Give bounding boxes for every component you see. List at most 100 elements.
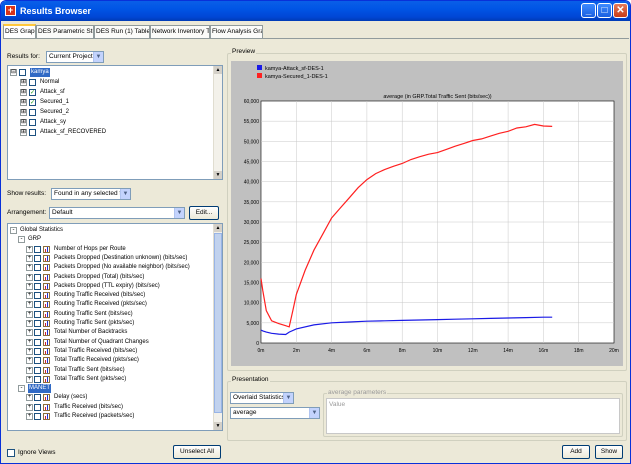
expand-toggle-icon[interactable]: + bbox=[26, 282, 33, 290]
stat-checkbox[interactable] bbox=[34, 264, 41, 272]
expand-toggle-icon[interactable]: + bbox=[26, 403, 33, 411]
show-results-select[interactable]: Found in any selected files ▼ bbox=[51, 188, 131, 200]
scenario-item[interactable]: ⊞ Normal bbox=[8, 78, 213, 87]
arrangement-select[interactable]: Default ▼ bbox=[49, 207, 185, 219]
stat-checkbox[interactable] bbox=[34, 273, 41, 281]
expand-toggle-icon[interactable]: + bbox=[26, 347, 33, 355]
stat-checkbox[interactable] bbox=[34, 329, 41, 337]
stat-checkbox[interactable] bbox=[34, 357, 41, 365]
scenario-tree[interactable]: ⊟ kamya ⊞ Normal ⊞ ✓ Attack_sf ⊞ ✓ Secured_1 ⊞ Secu… bbox=[7, 65, 223, 180]
scenario-checkbox[interactable] bbox=[29, 109, 36, 116]
scroll-up-icon[interactable]: ▲ bbox=[214, 66, 222, 74]
close-button[interactable]: ✕ bbox=[613, 3, 628, 18]
stat-item[interactable]: + Packets Dropped (Total) (bits/sec) bbox=[8, 273, 213, 282]
expand-toggle-icon[interactable]: + bbox=[26, 357, 33, 365]
stats-group[interactable]: - GRP bbox=[8, 235, 213, 244]
stat-item[interactable]: + Routing Traffic Received (bits/sec) bbox=[8, 291, 213, 300]
expand-toggle-icon[interactable]: + bbox=[26, 394, 33, 402]
expand-toggle-icon[interactable]: ⊞ bbox=[20, 89, 27, 96]
scenario-tree-scrollbar[interactable]: ▲ ▼ bbox=[213, 66, 222, 179]
scenario-checkbox[interactable]: ✓ bbox=[29, 99, 36, 106]
stat-checkbox[interactable] bbox=[34, 403, 41, 411]
expand-toggle-icon[interactable]: ⊞ bbox=[20, 119, 27, 126]
expand-toggle-icon[interactable]: - bbox=[18, 236, 25, 244]
stat-item[interactable]: + Packets Dropped (Destination unknown) (… bbox=[8, 254, 213, 263]
stat-checkbox[interactable] bbox=[34, 347, 41, 355]
scenario-checkbox[interactable]: ✓ bbox=[29, 89, 36, 96]
maximize-button[interactable]: □ bbox=[597, 3, 612, 18]
stat-checkbox[interactable] bbox=[34, 320, 41, 327]
expand-toggle-icon[interactable]: + bbox=[26, 301, 33, 309]
statistics-tree[interactable]: - Global Statistics - GRP + Number of Hops pe… bbox=[7, 223, 223, 431]
stat-item[interactable]: + Routing Traffic Received (pkts/sec) bbox=[8, 300, 213, 309]
scenario-item[interactable]: ⊞ Attack_sy bbox=[8, 118, 213, 127]
stat-checkbox[interactable] bbox=[34, 338, 41, 346]
expand-toggle-icon[interactable]: + bbox=[26, 320, 33, 327]
scroll-up-icon[interactable]: ▲ bbox=[214, 224, 222, 232]
unselect-all-button[interactable]: Unselect All bbox=[173, 445, 221, 459]
statistics-tree-scrollbar[interactable]: ▲ ▼ bbox=[213, 224, 222, 430]
stat-item[interactable]: + Total Number of Backtracks bbox=[8, 328, 213, 337]
ignore-views-checkbox[interactable] bbox=[7, 449, 15, 457]
scenario-item[interactable]: ⊞ ✓ Attack_sf bbox=[8, 88, 213, 97]
stat-checkbox[interactable] bbox=[34, 375, 41, 383]
stat-checkbox[interactable] bbox=[34, 366, 41, 374]
stats-root[interactable]: - Global Statistics bbox=[8, 226, 213, 235]
scenario-item[interactable]: ⊞ Secured_2 bbox=[8, 108, 213, 117]
stats-group[interactable]: - MANET bbox=[8, 384, 213, 394]
expand-toggle-icon[interactable]: + bbox=[26, 254, 33, 262]
stat-item[interactable]: + Traffic Received (packets/sec) bbox=[8, 412, 213, 421]
scroll-down-icon[interactable]: ▼ bbox=[214, 422, 222, 430]
expand-toggle-icon[interactable]: - bbox=[10, 227, 17, 234]
expand-toggle-icon[interactable]: - bbox=[18, 385, 25, 393]
expand-toggle-icon[interactable]: + bbox=[26, 338, 33, 346]
tab-network-inventory-tables[interactable]: Network Inventory Tables bbox=[150, 25, 210, 38]
expand-toggle-icon[interactable]: + bbox=[26, 329, 33, 337]
stat-item[interactable]: + Routing Traffic Sent (pkts/sec) bbox=[8, 319, 213, 328]
scenario-checkbox[interactable] bbox=[29, 119, 36, 126]
filter-select[interactable]: average ▼ bbox=[230, 407, 320, 419]
stat-checkbox[interactable] bbox=[34, 254, 41, 262]
expand-toggle-icon[interactable]: + bbox=[26, 413, 33, 420]
stat-item[interactable]: + Number of Hops per Route bbox=[8, 245, 213, 254]
stat-checkbox[interactable] bbox=[34, 413, 41, 420]
stat-checkbox[interactable] bbox=[34, 245, 41, 253]
minimize-button[interactable]: _ bbox=[581, 3, 596, 18]
add-button[interactable]: Add bbox=[562, 445, 590, 459]
stat-item[interactable]: + Traffic Received (bits/sec) bbox=[8, 403, 213, 412]
stat-item[interactable]: + Packets Dropped (No available neighbor)… bbox=[8, 263, 213, 272]
show-button[interactable]: Show bbox=[595, 445, 623, 459]
expand-toggle-icon[interactable]: ⊟ bbox=[10, 69, 17, 76]
tab-des-run-tables[interactable]: DES Run (1) Tables bbox=[94, 25, 150, 38]
stat-item[interactable]: + Routing Traffic Sent (bits/sec) bbox=[8, 310, 213, 319]
scroll-down-icon[interactable]: ▼ bbox=[214, 171, 222, 179]
stat-item[interactable]: + Delay (secs) bbox=[8, 393, 213, 402]
stat-checkbox[interactable] bbox=[34, 310, 41, 318]
expand-toggle-icon[interactable]: + bbox=[26, 366, 33, 374]
scenario-item[interactable]: ⊞ Attack_sf_RECOVERED bbox=[8, 128, 213, 137]
stat-checkbox[interactable] bbox=[34, 282, 41, 290]
scenario-checkbox[interactable] bbox=[19, 69, 26, 76]
stat-item[interactable]: + Total Number of Quadrant Changes bbox=[8, 338, 213, 347]
stat-item[interactable]: + Total Traffic Received (bits/sec) bbox=[8, 347, 213, 356]
expand-toggle-icon[interactable]: + bbox=[26, 375, 33, 383]
expand-toggle-icon[interactable]: + bbox=[26, 264, 33, 272]
tab-flow-analysis-graphs[interactable]: Flow Analysis Graphs bbox=[210, 25, 263, 38]
stat-item[interactable]: + Total Traffic Received (pkts/sec) bbox=[8, 356, 213, 365]
stat-checkbox[interactable] bbox=[34, 394, 41, 402]
expand-toggle-icon[interactable]: + bbox=[26, 245, 33, 253]
scenario-item[interactable]: ⊞ ✓ Secured_1 bbox=[8, 98, 213, 107]
expand-toggle-icon[interactable]: + bbox=[26, 310, 33, 318]
expand-toggle-icon[interactable]: ⊞ bbox=[20, 99, 27, 106]
stat-checkbox[interactable] bbox=[34, 292, 41, 300]
expand-toggle-icon[interactable]: ⊞ bbox=[20, 129, 27, 136]
scenario-checkbox[interactable] bbox=[29, 129, 36, 136]
stat-item[interactable]: + Packets Dropped (TTL expiry) (bits/sec) bbox=[8, 282, 213, 291]
scrollbar-thumb[interactable] bbox=[214, 233, 222, 413]
results-for-select[interactable]: Current Project ▼ bbox=[46, 51, 104, 63]
expand-toggle-icon[interactable]: ⊞ bbox=[20, 79, 27, 86]
tab-des-parametric-studies[interactable]: DES Parametric Studies bbox=[36, 25, 94, 38]
expand-toggle-icon[interactable]: + bbox=[26, 292, 33, 300]
expand-toggle-icon[interactable]: + bbox=[26, 273, 33, 281]
tab-des-graphs[interactable]: DES Graphs bbox=[3, 24, 36, 38]
